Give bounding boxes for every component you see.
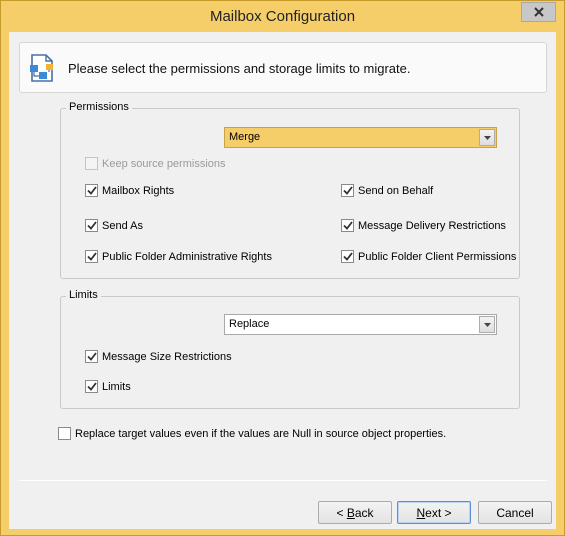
checkbox-label: Send As	[102, 219, 143, 232]
checkbox-label: Public Folder Administrative Rights	[102, 250, 272, 263]
message-size-restrictions-checkbox[interactable]: Message Size Restrictions	[85, 350, 232, 363]
message-delivery-restrictions-checkbox[interactable]: Message Delivery Restrictions	[341, 219, 506, 232]
checkbox-label: Message Size Restrictions	[102, 350, 232, 363]
window-title: Mailbox Configuration	[209, 8, 356, 25]
checkbox-box	[85, 184, 98, 197]
checkbox-label: Mailbox Rights	[102, 184, 175, 197]
checkmark-icon	[342, 186, 353, 195]
limits-group: Limits Replace Message Size Restrictions…	[60, 289, 520, 409]
checkmark-icon	[342, 252, 353, 261]
close-icon	[533, 7, 544, 17]
footer-separator	[19, 480, 547, 481]
dialog-window: Mailbox Configuration Please select the …	[0, 0, 565, 536]
replace-null-values-checkbox[interactable]: Replace target values even if the values…	[58, 427, 446, 440]
limits-mode-select[interactable]: Replace	[224, 314, 497, 335]
next-button[interactable]: Next >	[397, 501, 471, 524]
back-button-mnemonic: B	[346, 505, 355, 520]
public-folder-admin-rights-checkbox[interactable]: Public Folder Administrative Rights	[85, 250, 272, 263]
limits-mode-value: Replace	[229, 318, 270, 330]
checkbox-box	[58, 427, 71, 440]
permissions-mode-select[interactable]: Merge	[224, 127, 497, 148]
checkmark-icon	[86, 221, 97, 230]
public-folder-client-permissions-checkbox[interactable]: Public Folder Client Permissions	[341, 250, 516, 263]
limits-legend: Limits	[66, 289, 101, 301]
checkmark-icon	[342, 221, 353, 230]
checkmark-icon	[86, 252, 97, 261]
back-button-rest: ack	[354, 505, 374, 520]
permissions-legend: Permissions	[66, 101, 132, 113]
checkmark-icon	[86, 186, 97, 195]
cancel-button-label: Cancel	[496, 505, 534, 520]
next-button-mnemonic: N	[416, 505, 426, 520]
send-on-behalf-checkbox[interactable]: Send on Behalf	[341, 184, 433, 197]
send-as-checkbox[interactable]: Send As	[85, 219, 143, 232]
checkbox-label: Keep source permissions	[102, 157, 226, 170]
checkbox-box	[85, 250, 98, 263]
mailbox-rights-checkbox[interactable]: Mailbox Rights	[85, 184, 174, 197]
back-button-prefix: <	[336, 505, 347, 520]
checkbox-label: Send on Behalf	[358, 184, 434, 197]
title-bar[interactable]: Mailbox Configuration	[1, 1, 564, 33]
checkbox-label: Limits	[102, 380, 131, 393]
checkbox-box	[341, 219, 354, 232]
dialog-body: Please select the permissions and storag…	[9, 32, 556, 529]
chevron-down-icon[interactable]	[479, 316, 495, 333]
instruction-banner: Please select the permissions and storag…	[19, 42, 547, 93]
checkbox-label: Public Folder Client Permissions	[358, 250, 517, 263]
checkbox-box	[341, 250, 354, 263]
keep-source-permissions-checkbox[interactable]: Keep source permissions	[85, 157, 226, 170]
back-button[interactable]: < Back	[318, 501, 392, 524]
cancel-button[interactable]: Cancel	[478, 501, 552, 524]
chevron-down-icon[interactable]	[479, 129, 495, 146]
document-sitemap-icon	[30, 54, 53, 82]
banner-text: Please select the permissions and storag…	[68, 61, 411, 76]
next-button-rest: ext >	[425, 505, 452, 520]
close-button[interactable]	[521, 2, 556, 22]
checkbox-box	[85, 157, 98, 170]
checkbox-box	[85, 380, 98, 393]
limits-checkbox[interactable]: Limits	[85, 380, 131, 393]
checkbox-box	[341, 184, 354, 197]
checkbox-label: Message Delivery Restrictions	[358, 219, 506, 232]
checkmark-icon	[86, 352, 97, 361]
checkbox-box	[85, 350, 98, 363]
permissions-group: Permissions Merge Keep source permission…	[60, 101, 520, 279]
checkbox-label: Replace target values even if the values…	[75, 427, 447, 440]
checkmark-icon	[86, 382, 97, 391]
checkbox-box	[85, 219, 98, 232]
permissions-mode-value: Merge	[229, 131, 261, 143]
